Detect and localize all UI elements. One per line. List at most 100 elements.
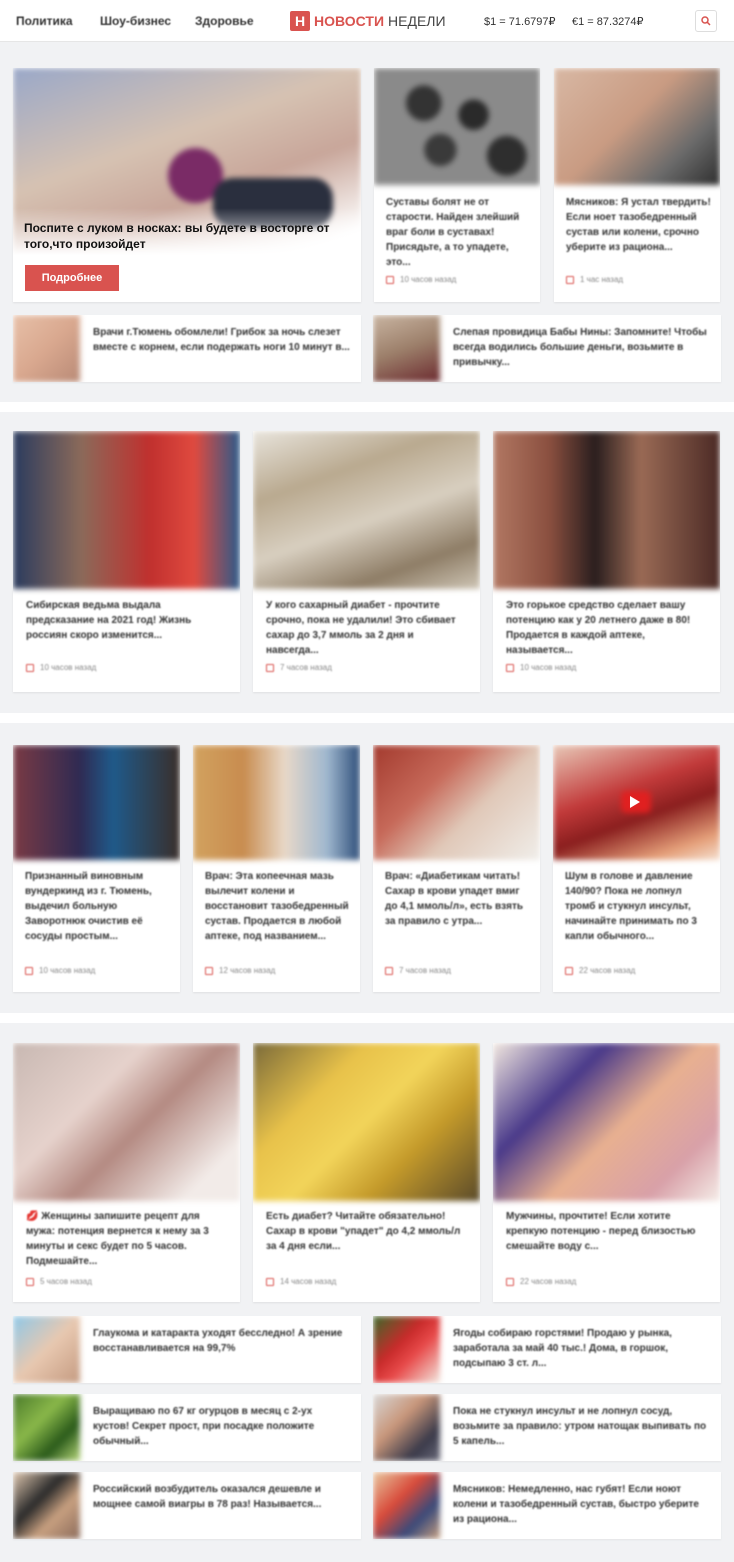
- news-title[interactable]: Мужчины, прочтите! Если хотите крепкую п…: [506, 1209, 711, 1254]
- news-title[interactable]: Есть диабет? Читайте обязательно! Сахар …: [266, 1209, 471, 1254]
- list-thumbnail: [373, 1394, 440, 1461]
- news-meta: 7 часов назад: [266, 663, 332, 672]
- news-card[interactable]: Врач: «Диабетикам читать! Сахар в крови …: [373, 745, 540, 992]
- news-image: [13, 431, 240, 589]
- logo-text-primary: НОВОСТИ: [314, 13, 385, 29]
- list-title[interactable]: Глаукома и катаракта уходят бесследно! А…: [93, 1326, 351, 1356]
- calendar-icon: [266, 1277, 274, 1286]
- news-time: 10 часов назад: [39, 966, 96, 975]
- calendar-icon: [266, 663, 274, 672]
- list-thumbnail: [13, 1316, 80, 1383]
- news-card[interactable]: Мужчины, прочтите! Если хотите крепкую п…: [493, 1043, 720, 1302]
- list-item[interactable]: Врачи г.Тюмень обомлели! Грибок за ночь …: [13, 315, 361, 382]
- news-title[interactable]: У кого сахарный диабет - прочтите срочно…: [266, 598, 466, 658]
- news-image: [373, 745, 540, 860]
- news-card[interactable]: Шум в голове и давление 140/90? Пока не …: [553, 745, 720, 992]
- news-title[interactable]: Признанный виновным вундеркинд из г. Тюм…: [25, 869, 172, 944]
- news-image: [253, 431, 480, 589]
- site-logo[interactable]: Н НОВОСТИ НЕДЕЛИ: [290, 10, 446, 32]
- list-thumbnail: [13, 315, 80, 382]
- news-title[interactable]: 💋 Женщины запишите рецепт для мужа: поте…: [26, 1209, 231, 1269]
- news-card[interactable]: Признанный виновным вундеркинд из г. Тюм…: [13, 745, 180, 992]
- calendar-icon: [25, 966, 33, 975]
- news-time: 22 часов назад: [579, 966, 636, 975]
- news-time: 7 часов назад: [280, 663, 332, 672]
- news-card[interactable]: Врач: Эта копеечная мазь вылечит колени …: [193, 745, 360, 992]
- list-thumbnail: [13, 1394, 80, 1461]
- news-image: [13, 745, 180, 860]
- list-title[interactable]: Врачи г.Тюмень обомлели! Грибок за ночь …: [93, 325, 351, 355]
- news-image: [493, 431, 720, 589]
- news-card[interactable]: Есть диабет? Читайте обязательно! Сахар …: [253, 1043, 480, 1302]
- news-time: 1 час назад: [580, 275, 624, 284]
- list-item[interactable]: Пока не стукнул инсульт и не лопнул сосу…: [373, 1394, 721, 1461]
- more-button[interactable]: Подробнее: [25, 265, 119, 291]
- news-meta: 7 часов назад: [385, 966, 451, 975]
- news-image: [374, 68, 540, 185]
- list-item[interactable]: Мясников: Немедленно, нас губят! Если но…: [373, 1472, 721, 1539]
- news-title[interactable]: Врач: «Диабетикам читать! Сахар в крови …: [385, 869, 532, 929]
- calendar-icon: [386, 275, 394, 284]
- news-time: 10 часов назад: [400, 275, 457, 284]
- news-card[interactable]: Суставы болят не от старости. Найден зле…: [374, 68, 540, 302]
- news-image: [554, 68, 720, 185]
- news-title[interactable]: Врач: Эта копеечная мазь вылечит колени …: [205, 869, 352, 944]
- news-meta: 22 часов назад: [506, 1277, 576, 1286]
- calendar-icon: [26, 663, 34, 672]
- list-title[interactable]: Слепая провидица Бабы Нины: Запомните! Ч…: [453, 325, 711, 370]
- list-title[interactable]: Выращиваю по 67 кг огурцов в месяц с 2-у…: [93, 1404, 351, 1449]
- list-title[interactable]: Российский возбудитель оказался дешевле …: [93, 1482, 351, 1512]
- eur-rate: €1 = 87.3274₽: [572, 16, 644, 28]
- calendar-icon: [385, 966, 393, 975]
- list-item[interactable]: Выращиваю по 67 кг огурцов в месяц с 2-у…: [13, 1394, 361, 1461]
- news-time: 10 часов назад: [520, 663, 577, 672]
- news-time: 14 часов назад: [280, 1277, 337, 1286]
- list-item[interactable]: Глаукома и катаракта уходят бесследно! А…: [13, 1316, 361, 1383]
- news-title[interactable]: Мясников: Я устал твердить! Если ноет та…: [566, 195, 712, 255]
- list-title[interactable]: Пока не стукнул инсульт и не лопнул сосу…: [453, 1404, 711, 1449]
- news-meta: 1 час назад: [566, 275, 623, 284]
- usd-rate: $1 = 71.6797₽: [484, 16, 556, 28]
- news-card[interactable]: 💋 Женщины запишите рецепт для мужа: поте…: [13, 1043, 240, 1302]
- list-thumbnail: [13, 1472, 80, 1539]
- calendar-icon: [565, 966, 573, 975]
- news-title[interactable]: Шум в голове и давление 140/90? Пока не …: [565, 869, 712, 944]
- hero-card[interactable]: Поспите с луком в носках: вы будете в во…: [13, 68, 361, 302]
- play-icon[interactable]: [630, 796, 640, 808]
- calendar-icon: [506, 663, 514, 672]
- news-meta: 14 часов назад: [266, 1277, 336, 1286]
- news-meta: 10 часов назад: [386, 275, 456, 284]
- hero-title[interactable]: Поспите с луком в носках: вы будете в во…: [24, 220, 344, 252]
- news-time: 22 часов назад: [520, 1277, 577, 1286]
- calendar-icon: [26, 1277, 34, 1286]
- news-card[interactable]: У кого сахарный диабет - прочтите срочно…: [253, 431, 480, 692]
- news-card[interactable]: Это горькое средство сделает вашу потенц…: [493, 431, 720, 692]
- nav-politics[interactable]: Политика: [16, 14, 73, 28]
- news-title[interactable]: Это горькое средство сделает вашу потенц…: [506, 598, 706, 658]
- list-title[interactable]: Мясников: Немедленно, нас губят! Если но…: [453, 1482, 711, 1527]
- news-image: [493, 1043, 720, 1201]
- calendar-icon: [506, 1277, 514, 1286]
- calendar-icon: [566, 275, 574, 284]
- list-item[interactable]: Российский возбудитель оказался дешевле …: [13, 1472, 361, 1539]
- news-card[interactable]: Сибирская ведьма выдала предсказание на …: [13, 431, 240, 692]
- news-card[interactable]: Мясников: Я устал твердить! Если ноет та…: [554, 68, 720, 302]
- news-meta: 10 часов назад: [25, 966, 95, 975]
- news-image: [253, 1043, 480, 1201]
- site-header: Политика Шоу-бизнес Здоровье Н НОВОСТИ Н…: [0, 0, 734, 42]
- search-icon: [701, 16, 711, 26]
- news-time: 12 часов назад: [219, 966, 276, 975]
- list-title[interactable]: Ягоды собираю горстями! Продаю у рынка, …: [453, 1326, 711, 1371]
- section-divider: [0, 713, 734, 723]
- nav-showbiz[interactable]: Шоу-бизнес: [100, 14, 171, 28]
- search-button[interactable]: [695, 10, 717, 32]
- news-meta: 5 часов назад: [26, 1277, 92, 1286]
- news-time: 5 часов назад: [40, 1277, 92, 1286]
- news-time: 7 часов назад: [399, 966, 451, 975]
- news-title[interactable]: Суставы болят не от старости. Найден зле…: [386, 195, 532, 270]
- list-item[interactable]: Слепая провидица Бабы Нины: Запомните! Ч…: [373, 315, 721, 382]
- section-divider: [0, 402, 734, 412]
- list-item[interactable]: Ягоды собираю горстями! Продаю у рынка, …: [373, 1316, 721, 1383]
- news-title[interactable]: Сибирская ведьма выдала предсказание на …: [26, 598, 226, 643]
- nav-health[interactable]: Здоровье: [195, 14, 254, 28]
